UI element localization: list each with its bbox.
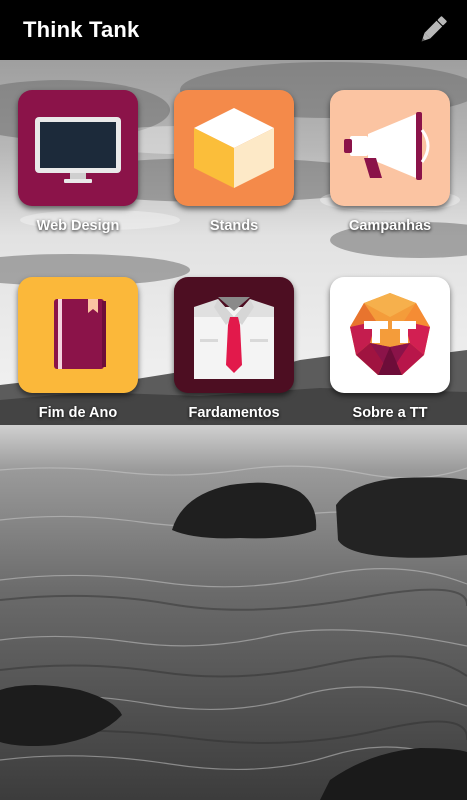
shirt-tie-icon <box>174 277 294 393</box>
tt-logo-icon <box>330 277 450 393</box>
tile-campanhas[interactable]: Campanhas <box>312 90 467 250</box>
tile-fim-de-ano[interactable]: Fim de Ano <box>0 277 156 437</box>
tile-web-design[interactable]: Web Design <box>0 90 156 250</box>
tile-label: Sobre a TT <box>352 405 428 421</box>
tile-label: Stands <box>209 218 259 234</box>
tile-label: Web Design <box>36 218 120 234</box>
pencil-icon <box>421 16 447 42</box>
cube-icon <box>174 90 294 206</box>
tile-fardamentos[interactable]: Fardamentos <box>156 277 312 437</box>
tile-stands[interactable]: Stands <box>156 90 312 250</box>
app-title: Think Tank <box>23 17 140 42</box>
edit-button[interactable] <box>415 12 451 48</box>
app-bar: Think Tank <box>0 0 467 60</box>
tile-label: Fardamentos <box>188 405 280 421</box>
app-grid: Web Design Stands Campanhas Fim de Ano F… <box>0 0 467 800</box>
notebook-icon <box>18 277 138 393</box>
home-screen: Think Tank Web Design Stands Campanhas F… <box>0 0 467 800</box>
monitor-icon <box>18 90 138 206</box>
tile-sobre-a-tt[interactable]: Sobre a TT <box>312 277 467 437</box>
tile-label: Fim de Ano <box>38 405 118 421</box>
tile-label: Campanhas <box>348 218 432 234</box>
megaphone-icon <box>330 90 450 206</box>
